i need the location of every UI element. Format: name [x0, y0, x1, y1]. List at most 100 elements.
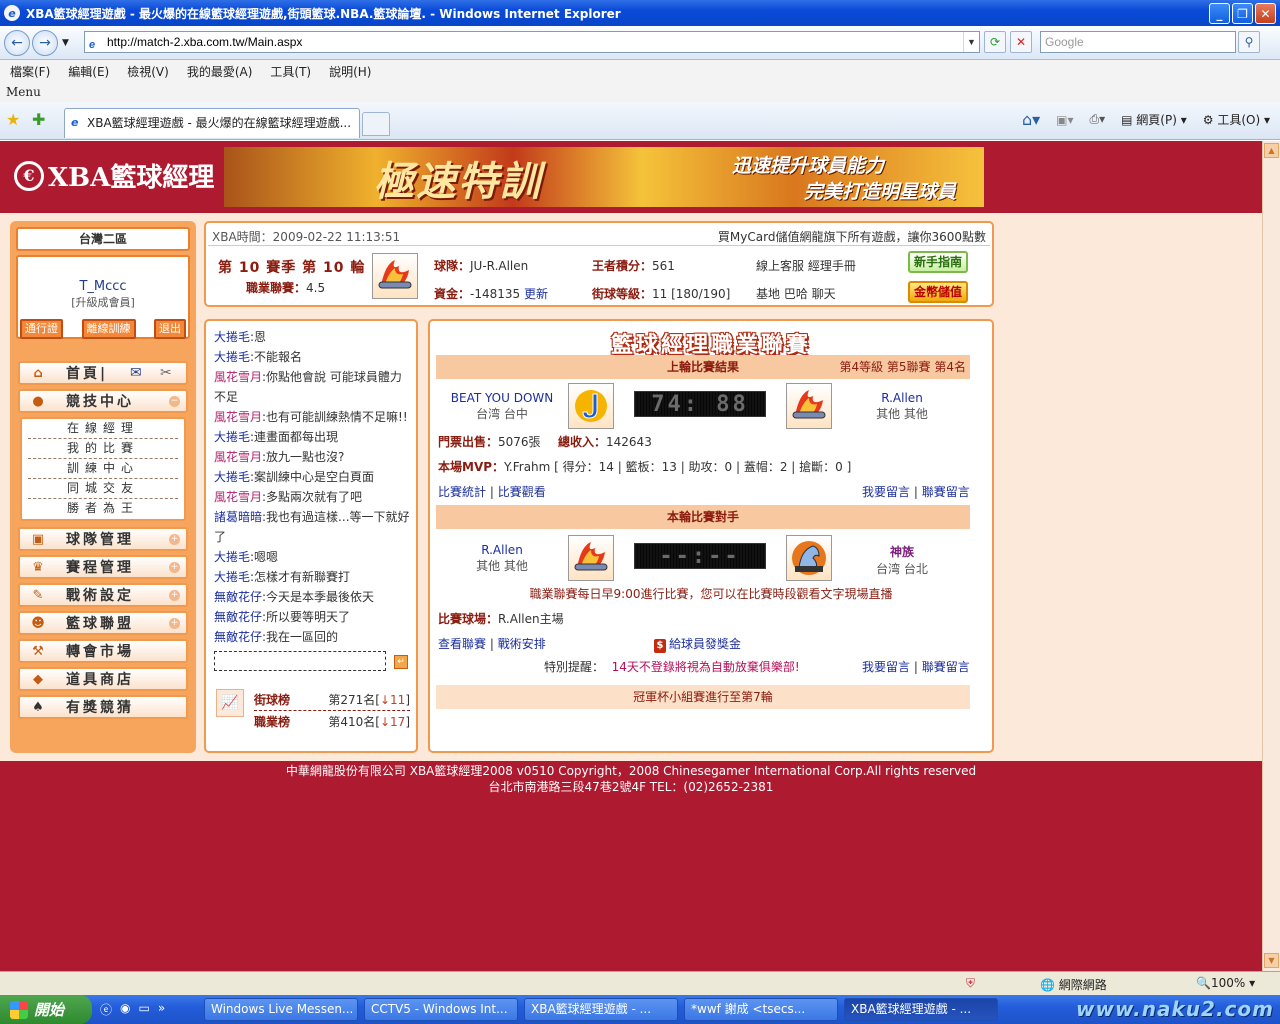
desktop-quicklaunch-icon[interactable]: ▭: [139, 1001, 150, 1018]
street-rank[interactable]: 街球榜 第271名[↓11]: [254, 691, 410, 711]
new-tab-button[interactable]: [362, 112, 390, 136]
menu-file[interactable]: 檔案(F): [10, 63, 50, 80]
maximize-button[interactable]: ❐: [1232, 3, 1253, 24]
chat-input[interactable]: [214, 651, 386, 671]
upgrade-member-link[interactable]: [升級成會員]: [18, 294, 188, 310]
sidebar-item-arena[interactable]: ● 競技中心 −: [18, 389, 188, 413]
player-bonus-link[interactable]: $ 給球員發獎金: [654, 635, 741, 653]
task-wwf[interactable]: *wwf 謝成 <tsecs...: [684, 998, 838, 1021]
chat-author[interactable]: 無敵花仔: [214, 610, 262, 624]
site-logo[interactable]: € XBA籃球經理: [14, 157, 214, 194]
chat-author[interactable]: 無敵花仔: [214, 630, 262, 644]
league-message-link[interactable]: 聯賽留言: [922, 485, 970, 499]
beginner-guide-button[interactable]: 新手指南: [908, 251, 968, 273]
stop-button[interactable]: ✕: [1010, 31, 1032, 53]
ie-quicklaunch-icon[interactable]: ⓔ: [100, 1001, 112, 1018]
update-link[interactable]: 更新: [524, 287, 548, 301]
chat-author[interactable]: 大捲毛: [214, 430, 250, 444]
sidebar-item-tactics[interactable]: ✎ 戰術設定 +: [18, 583, 188, 607]
page-scrollbar[interactable]: ▲ ▼: [1262, 141, 1280, 971]
favorites-star-icon[interactable]: ★: [6, 110, 20, 129]
search-input[interactable]: Google: [1040, 31, 1236, 53]
view-league-link[interactable]: 查看聯賽: [438, 637, 486, 651]
tactics-link[interactable]: 戰術安排: [498, 637, 546, 651]
mail-icon[interactable]: ✉: [130, 365, 142, 381]
add-favorite-icon[interactable]: ✚: [32, 110, 45, 129]
chat-author[interactable]: 風花雪月: [214, 490, 262, 504]
minimize-button[interactable]: _: [1209, 3, 1230, 24]
scroll-up-icon[interactable]: ▲: [1264, 143, 1279, 158]
print-icon[interactable]: ⎙▾: [1090, 112, 1106, 127]
sidebar-item-schedule[interactable]: ♛ 賽程管理 +: [18, 555, 188, 579]
leave-message-link[interactable]: 我要留言: [862, 485, 910, 499]
forward-button[interactable]: →: [32, 30, 58, 56]
chat-author[interactable]: 諸葛暗暗: [214, 510, 262, 524]
sidebar-item-quiz[interactable]: ♠ 有獎競猜: [18, 695, 188, 719]
sidebar-item-league[interactable]: ☻ 籃球聯盟 +: [18, 611, 188, 635]
logout-button[interactable]: 退出: [154, 319, 186, 339]
address-dropdown-icon[interactable]: ▼: [963, 32, 979, 52]
menu-help[interactable]: 說明(H): [329, 63, 371, 80]
chat-author[interactable]: 大捲毛: [214, 570, 250, 584]
menu-view[interactable]: 檢視(V): [127, 63, 169, 80]
task-xba-1[interactable]: XBA籃球經理遊戲 - ...: [524, 998, 678, 1021]
media-quicklaunch-icon[interactable]: ◉: [120, 1001, 130, 1018]
next-home-team[interactable]: R.Allen 其他 其他: [450, 543, 554, 574]
passport-button[interactable]: 通行證: [20, 319, 63, 339]
address-input[interactable]: e http://match-2.xba.com.tw/Main.aspx ▼: [84, 31, 980, 53]
zoom-level[interactable]: 🔍100% ▾: [1196, 976, 1255, 990]
page-menu[interactable]: ▤ 網頁(P) ▾: [1121, 111, 1187, 128]
sidebar-item-transfer[interactable]: ⚒ 轉會市場: [18, 639, 188, 663]
back-button[interactable]: ←: [4, 30, 30, 56]
tools-menu[interactable]: ⚙ 工具(O) ▾: [1203, 111, 1270, 128]
refresh-button[interactable]: ⟳: [984, 31, 1006, 53]
task-cctv5[interactable]: CCTV5 - Windows Int...: [364, 998, 518, 1021]
sidebar-item-shop[interactable]: ◆ 道具商店: [18, 667, 188, 691]
chat-author[interactable]: 無敵花仔: [214, 590, 262, 604]
chat-author[interactable]: 大捲毛: [214, 350, 250, 364]
last-home-team[interactable]: BEAT YOU DOWN 台湾 台中: [450, 391, 554, 422]
last-away-team[interactable]: R.Allen 其他 其他: [850, 391, 954, 422]
submenu-winner-king[interactable]: 勝者為王: [28, 499, 178, 519]
chat-author[interactable]: 大捲毛: [214, 330, 250, 344]
search-button[interactable]: ⚲: [1238, 31, 1260, 53]
chat-author[interactable]: 大捲毛: [214, 470, 250, 484]
promo-marquee[interactable]: 買MyCard儲值網龍旗下所有遊戲，讓你3600點數: [718, 228, 986, 245]
chat-author[interactable]: 風花雪月: [214, 410, 262, 424]
submenu-online-manager[interactable]: 在線經理: [28, 419, 178, 439]
match-stats-link[interactable]: 比賽統計: [438, 485, 486, 499]
home-icon[interactable]: ⌂▾: [1022, 110, 1040, 129]
start-button[interactable]: 開始: [0, 995, 92, 1024]
history-dropdown-icon[interactable]: ▼: [62, 38, 69, 48]
league-message-link-2[interactable]: 聯賽留言: [922, 660, 970, 674]
task-xba-2[interactable]: XBA籃球經理遊戲 - ...: [844, 998, 998, 1021]
leave-message-link-2[interactable]: 我要留言: [862, 660, 910, 674]
submenu-training-center[interactable]: 訓練中心: [28, 459, 178, 479]
sidebar-item-team[interactable]: ▣ 球隊管理 +: [18, 527, 188, 551]
coin-topup-button[interactable]: 金幣儲值: [908, 281, 968, 303]
more-quicklaunch-icon[interactable]: »: [158, 1001, 165, 1018]
chat-author[interactable]: 大捲毛: [214, 550, 250, 564]
match-watch-link[interactable]: 比賽觀看: [498, 485, 546, 499]
ad-banner[interactable]: 極速特訓 迅速提升球員能力 完美打造明星球員: [224, 147, 984, 207]
submenu-my-matches[interactable]: 我的比賽: [28, 439, 178, 459]
submenu-local-friends[interactable]: 同城交友: [28, 479, 178, 499]
task-messenger[interactable]: Windows Live Messen...: [204, 998, 358, 1021]
chat-author[interactable]: 風花雪月: [214, 450, 262, 464]
scroll-down-icon[interactable]: ▼: [1264, 953, 1279, 968]
feeds-icon[interactable]: ▣▾: [1056, 113, 1073, 127]
menu-tools[interactable]: 工具(T): [270, 63, 311, 80]
community-links[interactable]: 基地 巴哈 聊天: [756, 285, 836, 302]
chat-send-button[interactable]: ↵: [394, 655, 408, 669]
offline-training-button[interactable]: 離線訓練: [81, 319, 136, 339]
tab-active[interactable]: e XBA籃球經理遊戲 - 最火爆的在線籃球經理遊戲...: [64, 108, 360, 138]
chat-author[interactable]: 風花雪月: [214, 370, 262, 384]
menu-favorites[interactable]: 我的最愛(A): [187, 63, 253, 80]
tools-icon[interactable]: ✂: [160, 365, 172, 381]
sidebar-item-home[interactable]: ⌂ 首頁| ✉ ✂: [18, 361, 188, 385]
close-button[interactable]: ✕: [1255, 3, 1276, 24]
next-away-team[interactable]: 神族 台湾 台北: [850, 543, 954, 577]
service-links[interactable]: 線上客服 經理手冊: [756, 257, 856, 274]
pro-rank[interactable]: 職業榜 第410名[↓17]: [254, 713, 410, 730]
menu-edit[interactable]: 編輯(E): [68, 63, 109, 80]
